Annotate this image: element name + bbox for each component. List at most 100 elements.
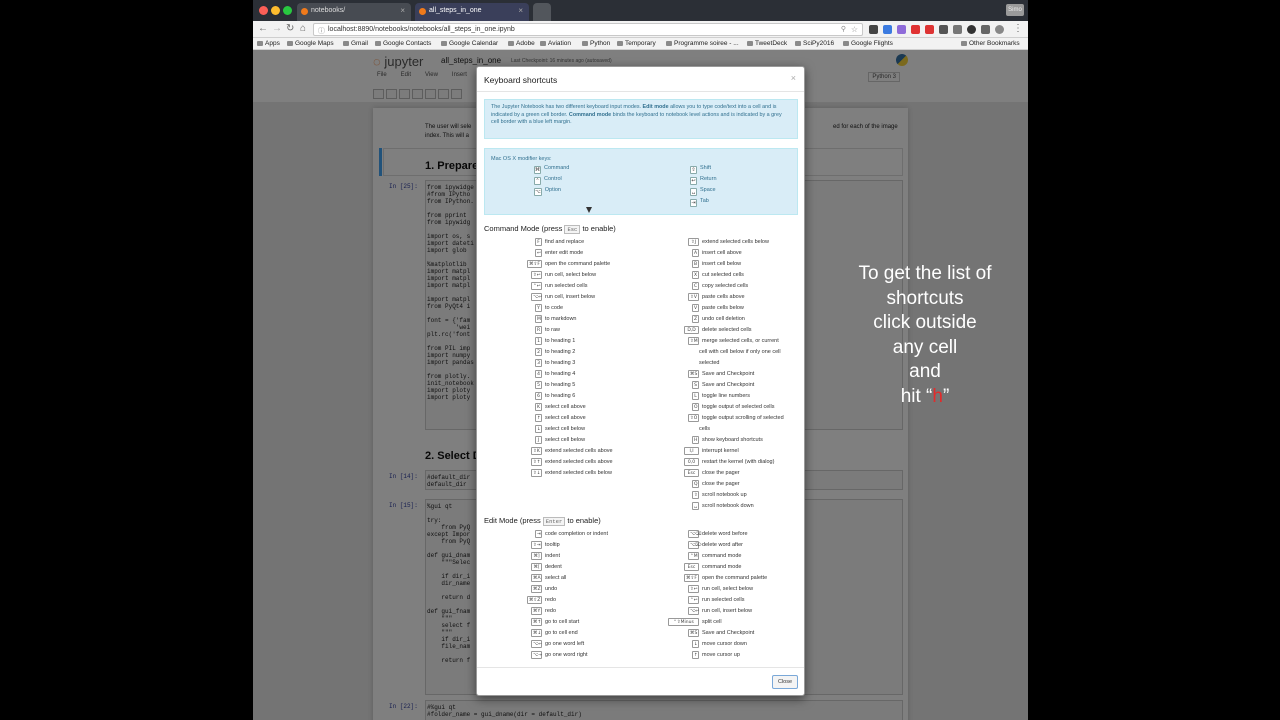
shortcut-description: extend selected cells below [702,239,769,245]
shortcut-key: ⌘↓ [531,629,542,637]
extension-icon[interactable] [967,25,976,34]
shortcut-row: ↑ move cursor up [634,651,784,661]
shortcut-description: Save and Checkpoint [702,630,755,636]
shortcut-key: ⇥ [535,530,542,538]
menu-kebab-icon[interactable]: ⋮ [1013,23,1023,34]
extension-icon[interactable] [939,25,948,34]
shortcut-key: ⌘A [531,574,542,582]
bookmark-item[interactable]: SciPy2016 [795,40,834,47]
shortcut-key: D,D [684,326,699,334]
extension-icon[interactable] [869,25,878,34]
jupyter-favicon-icon [419,8,426,15]
close-button[interactable]: Close [772,675,798,689]
shortcut-row: Xcut selected cells [634,271,784,281]
bookmark-item[interactable]: Temporary [617,40,656,47]
extension-icon[interactable] [925,25,934,34]
shortcut-description: find and replace [545,239,585,245]
bookmark-item[interactable]: Adobe [508,40,535,47]
shortcut-row: ⇧O toggle output scrolling of selected [634,414,784,424]
shortcut-row: 0,0 restart the kernel (with dialog) [634,458,784,468]
shortcut-description: toggle line numbers [702,393,751,399]
shortcut-key: Y [535,304,542,312]
shortcut-key: Q [692,480,699,488]
extension-icon[interactable] [953,25,962,34]
shortcut-row: ↩ enter edit mode [477,249,627,259]
extension-icon[interactable] [897,25,906,34]
bookmark-item[interactable]: Gmail [343,40,368,47]
extension-icon[interactable] [995,25,1004,34]
extension-icon[interactable] [911,25,920,34]
shortcut-description: run cell, insert below [545,294,596,300]
shortcut-row: ⌃↩ run selected cells [477,282,627,292]
return-key-icon: ↩ [690,177,697,185]
shortcut-description: select cell below [545,426,586,432]
toolbar: ← → ↻ ⌂ ⓘ localhost:8890/notebooks/noteb… [253,21,1028,38]
search-icon[interactable]: ⚲ [841,25,846,33]
bookmark-item[interactable]: TweetDeck [747,40,787,47]
profile-button[interactable]: Simo [1006,4,1024,16]
shortcut-key: J [535,436,542,444]
shortcut-description: to code [545,305,564,311]
shortcut-row: I,I interrupt kernel [634,447,784,457]
bookmark-item[interactable]: Google Maps [287,40,334,47]
bookmark-item[interactable]: Apps [257,40,280,47]
shortcut-description: to raw [545,327,560,333]
mouse-cursor-icon [586,207,592,213]
close-tab-icon[interactable]: × [400,6,405,15]
forward-icon[interactable]: → [272,23,282,34]
maximize-window-icon[interactable] [283,6,292,15]
shortcut-description: open the command palette [545,261,611,267]
close-icon[interactable]: × [791,73,796,83]
shortcut-key: ⌥→ [531,651,542,659]
shortcut-key: ↓ [535,425,542,433]
modifier-command: ⌘ Command [534,165,569,174]
bookmark-item[interactable]: Python [582,40,610,47]
extension-icon[interactable] [981,25,990,34]
address-bar[interactable]: ⓘ localhost:8890/notebooks/notebooks/all… [313,23,863,36]
shortcut-description: select cell below [545,437,586,443]
reload-icon[interactable]: ↻ [286,23,294,34]
shortcut-description: run cell, insert below [702,608,753,614]
caption-line: click outside [873,312,977,333]
tab-all-steps[interactable]: all_steps_in_one × [415,3,529,21]
shortcut-key: ⌘] [531,552,542,560]
shortcut-row: ⇧↩ run cell, select below [634,585,784,595]
close-window-icon[interactable] [259,6,268,15]
shortcut-description: delete word after [702,542,743,548]
bookmark-item[interactable]: Aviation [540,40,571,47]
close-tab-icon[interactable]: × [518,6,523,15]
shortcut-description: indent [545,553,560,559]
bookmark-item[interactable]: Google Contacts [375,40,431,47]
shortcut-row: ⇧M merge selected cells, or current [634,337,784,347]
bookmark-item[interactable]: Google Flights [843,40,893,47]
modifier-name: Control [544,176,562,182]
shortcut-description: interrupt kernel [702,448,739,454]
shortcut-key: A [692,249,699,257]
shortcut-row: ⌥↩ run cell, insert below [477,293,627,303]
shortcut-description: go one word left [545,641,585,647]
extension-icon[interactable] [883,25,892,34]
shortcut-row: D,D delete selected cells [634,326,784,336]
edit-mode-heading: Edit Mode (press Enter to enable) [484,516,601,526]
shortcut-key: ⇧J [688,238,699,246]
bookmark-item[interactable]: Other Bookmarks [961,40,1020,47]
tab-notebooks[interactable]: notebooks/ × [297,3,411,21]
minimize-window-icon[interactable] [271,6,280,15]
new-tab-button[interactable] [533,3,551,21]
shortcut-row: Zundo cell deletion [634,315,784,325]
shortcut-key: K [535,403,542,411]
shortcut-description: run cell, select below [545,272,597,278]
back-icon[interactable]: ← [258,23,268,34]
shortcut-row: 5 to heading 5 [477,381,627,391]
shortcut-description: extend selected cells above [545,448,613,454]
shortcut-row: ⌘A select all [477,574,627,584]
shortcut-description: split cell [702,619,722,625]
shortcut-key: 6 [535,392,542,400]
bookmark-item[interactable]: Google Calendar [441,40,498,47]
bookmark-item[interactable]: Programme soiree - ... [666,40,739,47]
shortcut-description: Save and Checkpoint [702,371,755,377]
home-icon[interactable]: ⌂ [300,23,306,34]
shortcut-row: ⇧⇥ tooltip [477,541,627,551]
bookmark-star-icon[interactable]: ☆ [851,25,858,34]
shortcut-row: ⌃↩ run selected cells [634,596,784,606]
